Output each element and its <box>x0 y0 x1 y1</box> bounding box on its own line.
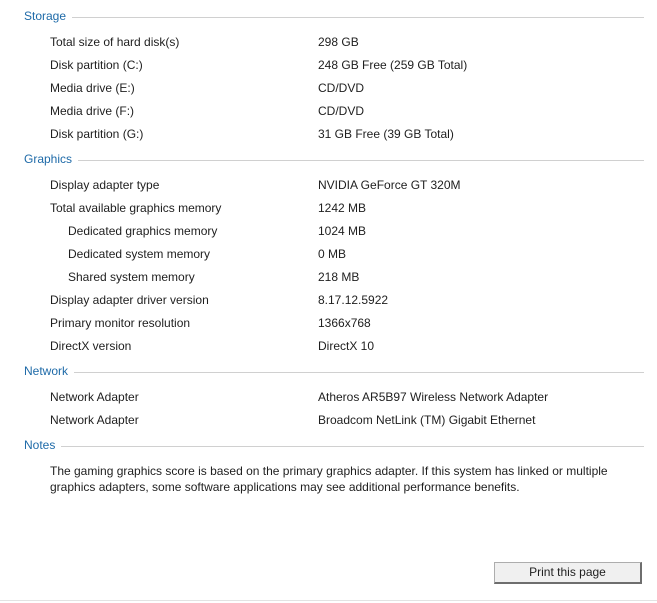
row-label: Disk partition (C:) <box>50 58 143 72</box>
row-value: 1242 MB <box>318 201 367 215</box>
network-section-title: Network <box>24 364 69 378</box>
footer-divider <box>0 600 657 601</box>
info-row-display-adapter-type: Display adapter type NVIDIA GeForce GT 3… <box>0 177 657 193</box>
info-row-dedicated-system-memory: Dedicated system memory 0 MB <box>0 246 657 262</box>
info-row-disk-partition-c: Disk partition (C:) 248 GB Free (259 GB … <box>0 57 657 73</box>
info-row-network-adapter: Network Adapter Atheros AR5B97 Wireless … <box>0 389 657 405</box>
row-label: Shared system memory <box>68 270 195 284</box>
row-label: Disk partition (G:) <box>50 127 144 141</box>
row-value: 1024 MB <box>318 224 367 238</box>
info-row-disk-partition-g: Disk partition (G:) 31 GB Free (39 GB To… <box>0 126 657 142</box>
row-label: Primary monitor resolution <box>50 316 191 330</box>
notes-section-header: Notes <box>24 437 644 453</box>
info-row-shared-system-memory: Shared system memory 218 MB <box>0 269 657 285</box>
row-label: Media drive (E:) <box>50 81 135 95</box>
info-row-media-drive-f: Media drive (F:) CD/DVD <box>0 103 657 119</box>
info-row-total-disk-size: Total size of hard disk(s) 298 GB <box>0 34 657 50</box>
row-value: CD/DVD <box>318 104 365 118</box>
row-label: Dedicated graphics memory <box>68 224 218 238</box>
row-label: Dedicated system memory <box>68 247 211 261</box>
row-value: 8.17.12.5922 <box>318 293 389 307</box>
print-page-button[interactable]: Print this page <box>494 562 642 584</box>
row-value: 218 MB <box>318 270 360 284</box>
notes-section-title: Notes <box>24 438 56 452</box>
row-label: Total size of hard disk(s) <box>50 35 180 49</box>
storage-section-title: Storage <box>24 9 67 23</box>
info-row-total-graphics-memory: Total available graphics memory 1242 MB <box>0 200 657 216</box>
row-value: DirectX 10 <box>318 339 375 353</box>
info-row-dedicated-graphics-memory: Dedicated graphics memory 1024 MB <box>0 223 657 239</box>
row-value: NVIDIA GeForce GT 320M <box>318 178 461 192</box>
network-section-header: Network <box>24 363 644 379</box>
graphics-section-header: Graphics <box>24 151 644 167</box>
row-value: CD/DVD <box>318 81 365 95</box>
section-divider <box>72 16 644 18</box>
row-label: Media drive (F:) <box>50 104 135 118</box>
row-label: Network Adapter <box>50 413 139 427</box>
notes-text: The gaming graphics score is based on th… <box>50 464 608 494</box>
row-label: Network Adapter <box>50 390 139 404</box>
row-value: 248 GB Free (259 GB Total) <box>318 58 468 72</box>
info-row-monitor-resolution: Primary monitor resolution 1366x768 <box>0 315 657 331</box>
row-value: 0 MB <box>318 247 347 261</box>
row-label: Total available graphics memory <box>50 201 222 215</box>
section-divider <box>74 371 644 373</box>
info-row-driver-version: Display adapter driver version 8.17.12.5… <box>0 292 657 308</box>
info-row-directx-version: DirectX version DirectX 10 <box>0 338 657 354</box>
row-value: 1366x768 <box>318 316 371 330</box>
row-value: Atheros AR5B97 Wireless Network Adapter <box>318 390 549 404</box>
section-divider <box>78 159 644 161</box>
row-value: 298 GB <box>318 35 359 49</box>
info-row-media-drive-e: Media drive (E:) CD/DVD <box>0 80 657 96</box>
section-divider <box>61 445 644 447</box>
graphics-section-title: Graphics <box>24 152 73 166</box>
info-row-network-adapter: Network Adapter Broadcom NetLink (TM) Gi… <box>0 412 657 428</box>
row-label: Display adapter driver version <box>50 293 209 307</box>
row-label: Display adapter type <box>50 178 160 192</box>
row-label: DirectX version <box>50 339 132 353</box>
storage-section-header: Storage <box>24 8 644 24</box>
row-value: Broadcom NetLink (TM) Gigabit Ethernet <box>318 413 536 427</box>
row-value: 31 GB Free (39 GB Total) <box>318 127 454 141</box>
